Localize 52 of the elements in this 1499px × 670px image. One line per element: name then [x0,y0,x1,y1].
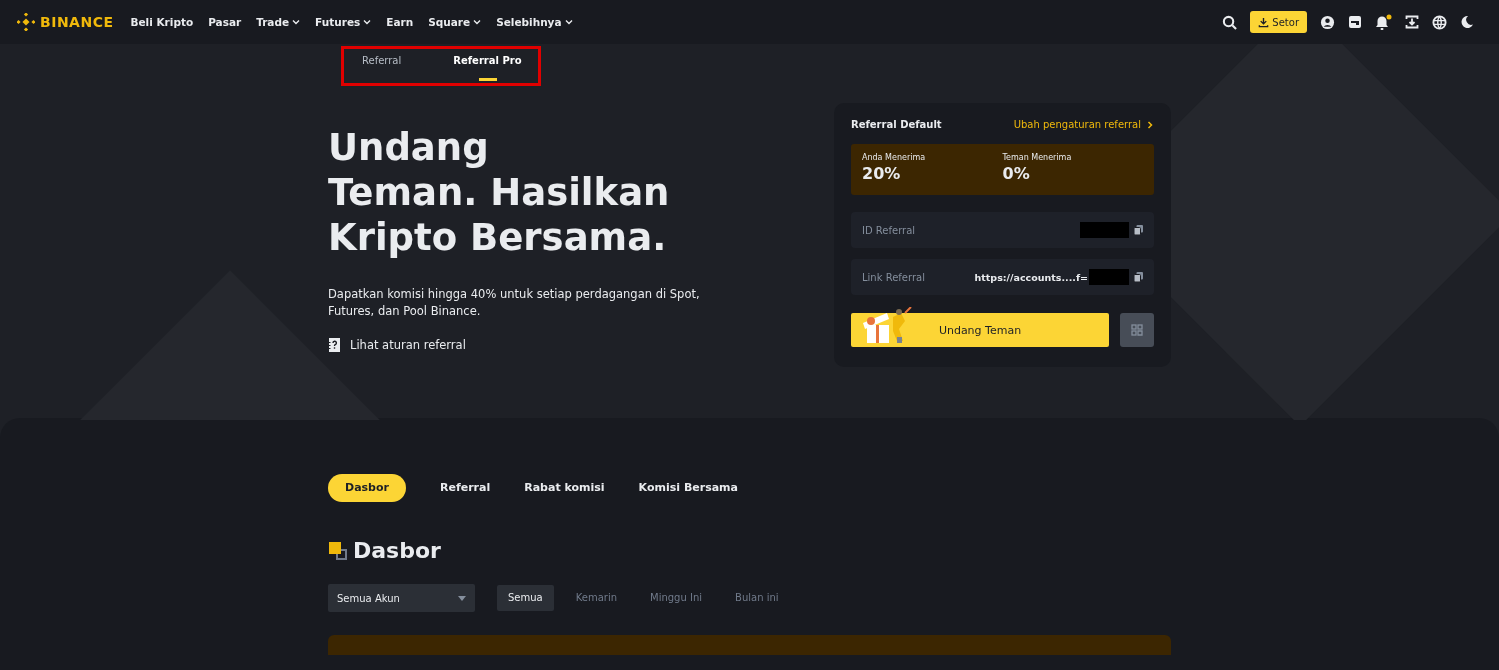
section-tab[interactable]: Referral [439,474,491,502]
page-tab[interactable]: Referral [362,55,414,81]
diamond-logo-icon [17,13,35,31]
download-icon [1258,16,1270,28]
question-document-icon [328,338,341,352]
nav-menu-item[interactable]: Trade [256,16,301,28]
period-tab[interactable]: Bulan ini [724,585,790,611]
redaction-block [1089,269,1129,285]
settings-link[interactable]: Ubah pengaturan referral [1013,119,1154,130]
moon-icon[interactable] [1460,15,1474,29]
field-label: Link Referral [862,271,925,283]
card-title: Referral Default [851,119,942,130]
squares-icon [328,540,348,561]
wallet-icon[interactable] [1348,15,1362,29]
copy-icon[interactable] [1134,272,1143,282]
redaction-block [1080,222,1129,238]
period-tab[interactable]: Kemarin [564,585,629,611]
hero-description: Dapatkan komisi hingga 40% untuk setiap perdagangan di Spot, Futures, dan Pool Binance. [328,286,701,320]
download-tray-icon[interactable] [1405,15,1419,29]
nav-menu-item[interactable]: Selebihnya [496,16,573,28]
copy-icon[interactable] [1134,225,1143,235]
page-tab[interactable]: Referral Pro [453,55,534,81]
nav-menu-item[interactable]: Futures [315,16,372,28]
rate-label: Teman Menerima [1002,153,1073,162]
bell-icon[interactable] [1375,13,1392,31]
hero-heading: Undang Teman. Hasilkan Kripto Bersama. [328,125,671,260]
nav-menu-item[interactable]: Beli Kripto [130,16,194,28]
rate-value: 0% [1002,164,1031,183]
field-value: https://accounts....f= [974,271,1088,283]
globe-icon[interactable] [1432,14,1447,30]
section-heading: Dasbor [353,538,441,563]
deposit-button[interactable]: Setor [1250,11,1307,33]
nav-menu-item[interactable]: Square [428,16,482,28]
period-tab[interactable]: Semua [497,585,554,611]
rate-value: 20% [862,164,902,183]
dropdown-arrow-icon [458,595,466,601]
rules-link[interactable]: Lihat aturan referral [350,338,466,352]
invite-button[interactable]: Undang Teman [851,313,1109,347]
logo-wordmark[interactable]: BINANCE [40,14,114,30]
nav-menu-item[interactable]: Pasar [208,16,242,28]
nav-menu-item[interactable]: Earn [386,16,414,28]
chevron-right-icon [1146,120,1154,129]
qr-code-icon [1131,324,1143,336]
period-tab[interactable]: Minggu Ini [639,585,714,611]
section-tab[interactable]: Komisi Bersama [638,474,738,502]
search-icon[interactable] [1222,14,1238,30]
rate-label: Anda Menerima [862,153,927,162]
field-label: ID Referral [862,224,916,236]
section-tab[interactable]: Rabat komisi [524,474,605,502]
account-dropdown[interactable]: Semua Akun [328,584,475,612]
user-icon[interactable] [1320,14,1335,30]
section-tab[interactable]: Dasbor [328,474,406,502]
